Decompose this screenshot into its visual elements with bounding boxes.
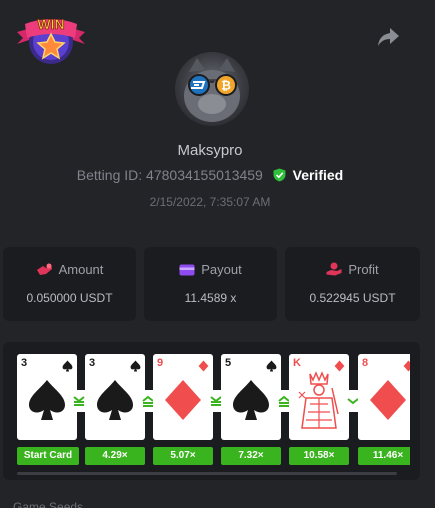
profit-value: 0.522945 USDT bbox=[309, 291, 396, 305]
multiplier-badge: 7.32× bbox=[221, 447, 281, 465]
username: Maksypro bbox=[177, 142, 243, 159]
wallet-icon bbox=[179, 264, 195, 276]
spade-icon bbox=[29, 380, 65, 420]
multiplier-badge: 11.46× bbox=[358, 447, 410, 465]
card-rank: 3 bbox=[21, 357, 28, 369]
amount-value: 0.050000 USDT bbox=[26, 291, 113, 305]
diamond-icon bbox=[370, 380, 406, 420]
payout-label: Payout bbox=[201, 262, 242, 277]
game-seeds-heading: Game Seeds bbox=[13, 500, 84, 508]
verified-label: Verified bbox=[292, 167, 344, 183]
card-rank: 3 bbox=[89, 357, 96, 369]
spade-icon bbox=[62, 360, 73, 372]
cards-history-panel: 3 3 9 5 K 8 Start Card 4.29× 5.07× 7.32×… bbox=[3, 342, 420, 480]
spade-icon bbox=[266, 360, 277, 372]
share-button[interactable] bbox=[376, 26, 400, 48]
betting-id-label: Betting ID: bbox=[76, 167, 143, 183]
playing-card: 8 bbox=[358, 354, 410, 440]
share-arrow-icon bbox=[378, 28, 399, 46]
multiplier-badge: 4.29× bbox=[85, 447, 145, 465]
diamond-icon bbox=[165, 380, 201, 420]
svg-text:₿: ₿ bbox=[221, 79, 231, 93]
betting-id-row: Betting ID: 478034155013459 Verified bbox=[0, 167, 420, 183]
dash-coin-icon bbox=[188, 74, 210, 96]
card-rank: 5 bbox=[225, 357, 232, 369]
playing-card: 3 bbox=[85, 354, 145, 440]
spade-icon bbox=[130, 360, 141, 372]
multiplier-badge: Start Card bbox=[17, 447, 79, 465]
multiplier-badge: 5.07× bbox=[153, 447, 213, 465]
card-rank: 9 bbox=[157, 357, 164, 369]
multiplier-badge: 10.58× bbox=[289, 447, 349, 465]
betting-id-value: 478034155013459 bbox=[146, 167, 263, 183]
card-rank: 8 bbox=[362, 357, 369, 369]
amount-label: Amount bbox=[58, 262, 104, 277]
profit-label: Profit bbox=[348, 262, 379, 277]
win-logo: WIN bbox=[15, 10, 87, 66]
hand-money-icon bbox=[36, 263, 52, 275]
cards-track[interactable]: 3 3 9 5 K 8 Start Card 4.29× 5.07× 7.32×… bbox=[3, 342, 410, 480]
bet-timestamp: 2/15/2022, 7:35:07 AM bbox=[149, 195, 271, 209]
scrollbar-thumb[interactable] bbox=[17, 472, 397, 475]
diamond-icon bbox=[403, 360, 410, 372]
bitcoin-icon: ₿ bbox=[215, 74, 237, 96]
verified-shield-icon bbox=[273, 168, 286, 182]
payout-value: 11.4589 x bbox=[184, 291, 237, 305]
logo-text: WIN bbox=[37, 16, 64, 32]
playing-card: 9 bbox=[153, 354, 213, 440]
spade-icon bbox=[97, 380, 133, 420]
amount-card: Amount 0.050000 USDT bbox=[3, 247, 136, 321]
diamond-icon bbox=[198, 360, 209, 372]
playing-card: K bbox=[289, 354, 349, 440]
avatar: ₿ bbox=[175, 52, 249, 126]
profit-card: Profit 0.522945 USDT bbox=[285, 247, 420, 321]
playing-card: 5 bbox=[221, 354, 281, 440]
payout-card: Payout 11.4589 x bbox=[144, 247, 277, 321]
horizontal-scrollbar[interactable] bbox=[17, 472, 397, 475]
profit-hand-icon bbox=[326, 262, 342, 276]
spade-icon bbox=[233, 380, 269, 420]
king-figure-icon bbox=[298, 371, 339, 429]
